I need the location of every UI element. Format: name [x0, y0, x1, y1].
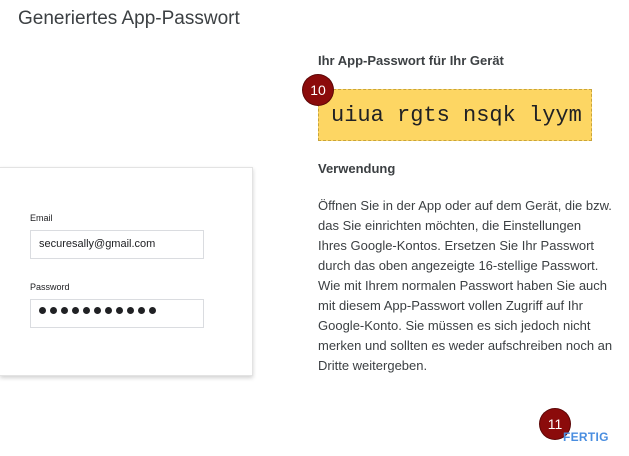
- password-mask-dot: [149, 307, 156, 314]
- password-mask-dot: [50, 307, 57, 314]
- generated-password-box[interactable]: uiua rgts nsqk lyym: [318, 89, 592, 141]
- password-mask-dot: [39, 307, 46, 314]
- password-mask-dot: [138, 307, 145, 314]
- password-mask-dot: [105, 307, 112, 314]
- usage-heading: Verwendung: [318, 161, 396, 176]
- password-mask: [39, 307, 156, 314]
- password-mask-dot: [83, 307, 90, 314]
- password-mask-dot: [94, 307, 101, 314]
- login-illustration-card: Email securesally@gmail.com Password: [0, 167, 253, 376]
- usage-instructions: Öffnen Sie in der App oder auf dem Gerät…: [318, 196, 613, 376]
- password-mask-dot: [116, 307, 123, 314]
- password-label: Password: [30, 282, 70, 292]
- password-mask-dot: [72, 307, 79, 314]
- password-heading: Ihr App-Passwort für Ihr Gerät: [318, 53, 504, 68]
- email-field: securesally@gmail.com: [30, 230, 204, 259]
- done-button[interactable]: FERTIG: [563, 430, 609, 444]
- generated-password[interactable]: uiua rgts nsqk lyym: [331, 103, 582, 128]
- dialog-title: Generiertes App-Passwort: [18, 8, 240, 29]
- email-value: securesally@gmail.com: [39, 238, 156, 250]
- email-label: Email: [30, 213, 53, 223]
- usage-paragraph-2: Wie mit Ihrem normalen Passwort haben Si…: [318, 278, 613, 373]
- usage-paragraph-1: Öffnen Sie in der App oder auf dem Gerät…: [318, 198, 612, 273]
- password-mask-dot: [61, 307, 68, 314]
- step-badge-10: 10: [303, 75, 333, 105]
- password-field: [30, 299, 204, 328]
- app-password-dialog: Generiertes App-Passwort Email securesal…: [0, 0, 629, 456]
- password-mask-dot: [127, 307, 134, 314]
